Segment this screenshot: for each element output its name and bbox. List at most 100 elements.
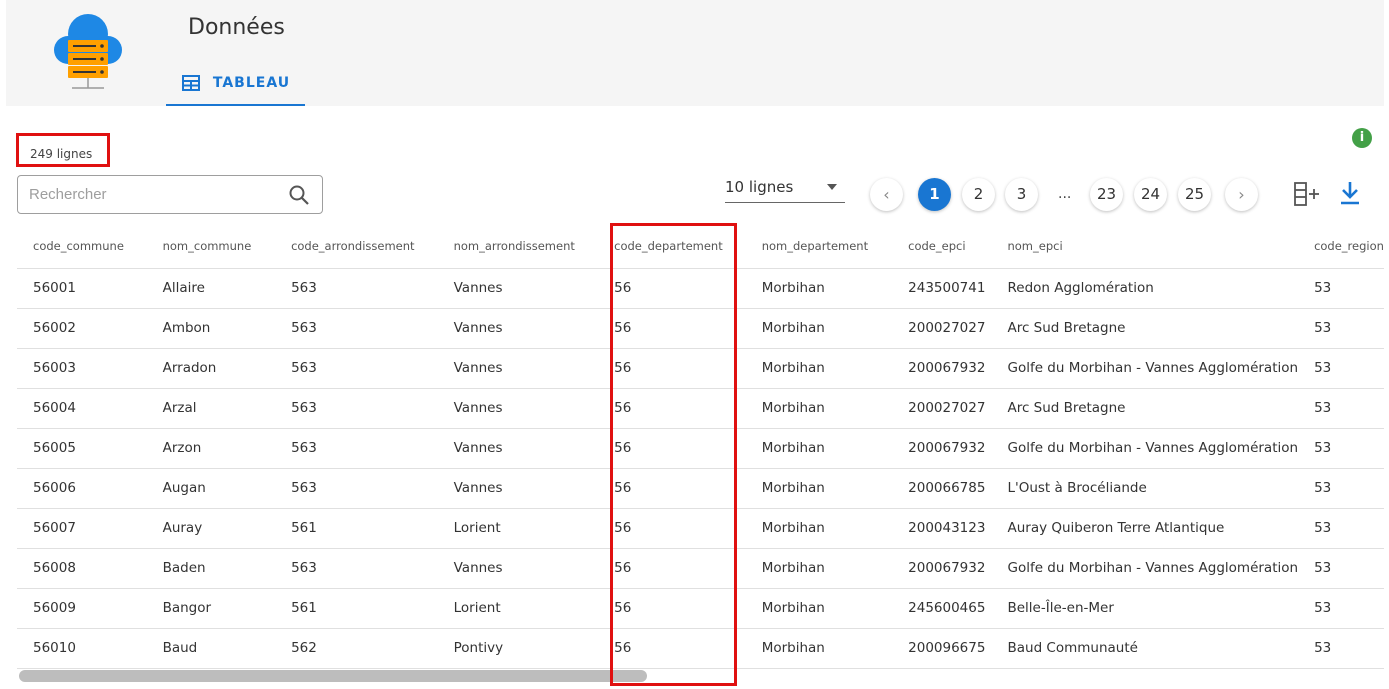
cell-nom-departement: Morbihan xyxy=(745,468,893,509)
cell-code-departement: 56 xyxy=(598,508,746,549)
cell-code-commune: 56010 xyxy=(17,628,147,669)
info-icon[interactable]: i xyxy=(1352,128,1372,148)
page-button-25[interactable]: 25 xyxy=(1178,178,1211,211)
cell-nom-commune: Arzon xyxy=(146,428,276,469)
cell-code-region: 53 xyxy=(1298,388,1384,429)
column-header-nom-arrondissement[interactable]: nom_arrondissement xyxy=(437,224,599,269)
cell-code-epci: 200067932 xyxy=(892,548,992,589)
cell-nom-epci: Baud Communauté xyxy=(991,628,1299,669)
cell-code-region: 53 xyxy=(1298,468,1384,509)
table-row: 56002 Ambon 563 Vannes 56 Morbihan 200027027 Ar… xyxy=(17,308,1384,349)
cell-code-arrondissement: 562 xyxy=(275,628,438,669)
cell-nom-commune: Allaire xyxy=(146,268,276,309)
add-column-icon[interactable] xyxy=(1292,180,1322,208)
cell-nom-departement: Morbihan xyxy=(745,508,893,549)
cell-code-departement: 56 xyxy=(598,428,746,469)
search-icon[interactable] xyxy=(288,184,310,206)
cell-nom-epci: Golfe du Morbihan - Vannes Agglomération xyxy=(991,428,1299,469)
cell-nom-arrondissement: Pontivy xyxy=(437,628,599,669)
page-button-1[interactable]: 1 xyxy=(918,178,951,211)
cell-nom-arrondissement: Vannes xyxy=(437,428,599,469)
cell-code-arrondissement: 563 xyxy=(275,388,438,429)
cell-nom-arrondissement: Lorient xyxy=(437,508,599,549)
table-row: 56007 Auray 561 Lorient 56 Morbihan 200043123 A… xyxy=(17,508,1384,549)
search-input[interactable] xyxy=(18,176,278,213)
page-button-3[interactable]: 3 xyxy=(1005,178,1038,211)
next-page-button[interactable]: › xyxy=(1225,178,1258,211)
column-header-code-departement[interactable]: code_departement xyxy=(598,224,746,269)
cell-code-region: 53 xyxy=(1298,268,1384,309)
cell-code-region: 53 xyxy=(1298,308,1384,349)
cell-code-arrondissement: 563 xyxy=(275,548,438,589)
page-title: Données xyxy=(188,15,285,40)
cell-nom-departement: Morbihan xyxy=(745,548,893,589)
cell-nom-departement: Morbihan xyxy=(745,428,893,469)
cell-code-epci: 200043123 xyxy=(892,508,992,549)
cell-nom-commune: Arradon xyxy=(146,348,276,389)
cell-code-departement: 56 xyxy=(598,348,746,389)
cell-code-epci: 200066785 xyxy=(892,468,992,509)
page-button-24[interactable]: 24 xyxy=(1134,178,1167,211)
cell-code-arrondissement: 563 xyxy=(275,468,438,509)
cell-nom-departement: Morbihan xyxy=(745,268,893,309)
cell-nom-commune: Arzal xyxy=(146,388,276,429)
column-header-nom-epci[interactable]: nom_epci xyxy=(991,224,1299,269)
cell-nom-epci: Belle-Île-en-Mer xyxy=(991,588,1299,629)
pagination-ellipsis: ... xyxy=(1058,186,1072,202)
rows-per-page-value: 10 lignes xyxy=(725,178,794,196)
table-row: 56009 Bangor 561 Lorient 56 Morbihan 245600465… xyxy=(17,588,1384,629)
cell-code-region: 53 xyxy=(1298,588,1384,629)
cell-code-departement: 56 xyxy=(598,468,746,509)
prev-page-button[interactable]: ‹ xyxy=(870,178,903,211)
table-row: 56004 Arzal 563 Vannes 56 Morbihan 200027027 Ar… xyxy=(17,388,1384,429)
table-row: 56003 Arradon 563 Vannes 56 Morbihan 200067932… xyxy=(17,348,1384,389)
cell-code-commune: 56001 xyxy=(17,268,147,309)
column-header-nom-departement[interactable]: nom_departement xyxy=(745,224,893,269)
cell-code-commune: 56004 xyxy=(17,388,147,429)
column-header-code-region[interactable]: code_region xyxy=(1298,224,1384,269)
cell-code-region: 53 xyxy=(1298,508,1384,549)
tab-tableau[interactable]: TABLEAU xyxy=(166,64,305,106)
cell-code-arrondissement: 561 xyxy=(275,508,438,549)
cell-code-commune: 56008 xyxy=(17,548,147,589)
table-row: 56008 Baden 563 Vannes 56 Morbihan 200067932 Go… xyxy=(17,548,1384,589)
cell-code-commune: 56007 xyxy=(17,508,147,549)
column-header-code-epci[interactable]: code_epci xyxy=(892,224,992,269)
cell-nom-commune: Auray xyxy=(146,508,276,549)
cell-code-arrondissement: 563 xyxy=(275,348,438,389)
page-button-2[interactable]: 2 xyxy=(962,178,995,211)
cell-nom-arrondissement: Vannes xyxy=(437,388,599,429)
cell-nom-commune: Bangor xyxy=(146,588,276,629)
page-button-23[interactable]: 23 xyxy=(1090,178,1123,211)
cell-code-commune: 56003 xyxy=(17,348,147,389)
cell-nom-epci: Auray Quiberon Terre Atlantique xyxy=(991,508,1299,549)
cell-code-arrondissement: 563 xyxy=(275,308,438,349)
cell-nom-departement: Morbihan xyxy=(745,628,893,669)
cell-code-commune: 56006 xyxy=(17,468,147,509)
cell-nom-commune: Baden xyxy=(146,548,276,589)
cell-code-epci: 245600465 xyxy=(892,588,992,629)
table-row: 56006 Augan 563 Vannes 56 Morbihan 200066785 L'… xyxy=(17,468,1384,509)
column-header-code-commune[interactable]: code_commune xyxy=(17,224,147,269)
cell-code-epci: 200027027 xyxy=(892,308,992,349)
cell-nom-epci: Golfe du Morbihan - Vannes Agglomération xyxy=(991,348,1299,389)
cell-code-departement: 56 xyxy=(598,308,746,349)
cell-code-departement: 56 xyxy=(598,268,746,309)
cell-nom-departement: Morbihan xyxy=(745,588,893,629)
column-header-nom-commune[interactable]: nom_commune xyxy=(146,224,276,269)
download-icon[interactable] xyxy=(1339,180,1361,206)
data-table-container: code_commune nom_commune code_arrondisseme… xyxy=(17,224,1384,669)
cell-code-commune: 56005 xyxy=(17,428,147,469)
cell-code-region: 53 xyxy=(1298,628,1384,669)
rows-per-page-select[interactable]: 10 lignes xyxy=(725,178,845,203)
cell-code-region: 53 xyxy=(1298,548,1384,589)
horizontal-scrollbar[interactable] xyxy=(19,670,647,682)
cell-code-epci: 200027027 xyxy=(892,388,992,429)
column-header-code-arrondissement[interactable]: code_arrondissement xyxy=(275,224,438,269)
table-row: 56010 Baud 562 Pontivy 56 Morbihan 200096675 Ba… xyxy=(17,628,1384,669)
cell-nom-departement: Morbihan xyxy=(745,348,893,389)
table-icon xyxy=(181,75,200,91)
table-row: 56001 Allaire 563 Vannes 56 Morbihan 243500741… xyxy=(17,268,1384,309)
cell-nom-commune: Baud xyxy=(146,628,276,669)
cell-code-epci: 200067932 xyxy=(892,428,992,469)
